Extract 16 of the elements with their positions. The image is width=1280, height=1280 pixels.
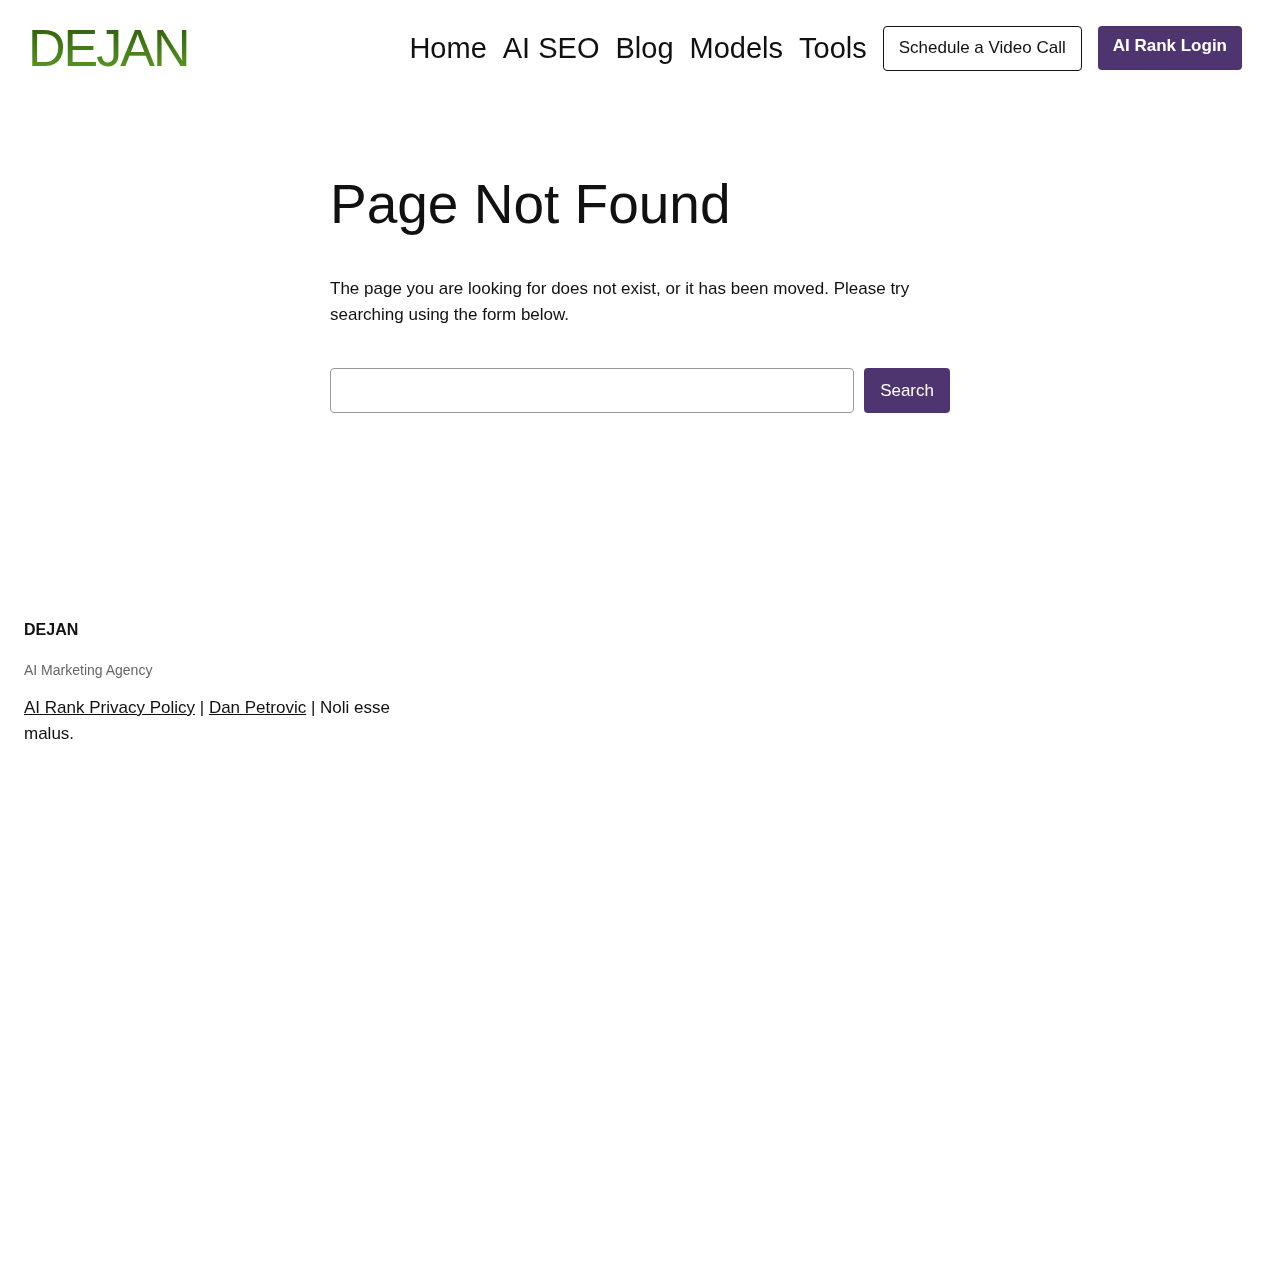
footer-link[interactable]: AI Rank Privacy Policy bbox=[24, 698, 195, 717]
page-title: Page Not Found bbox=[330, 172, 732, 236]
search-button[interactable]: Search bbox=[864, 368, 950, 413]
error-message: The page you are looking for does not exist, or it has been moved. Please try searching using the form below. bbox=[330, 278, 911, 326]
search-field[interactable] bbox=[330, 368, 855, 413]
nav-link[interactable]: Tools bbox=[799, 28, 867, 68]
nav-link[interactable]: Home bbox=[409, 28, 487, 68]
header-button[interactable]: Schedule a Video Call bbox=[882, 25, 1082, 71]
nav-link[interactable]: AI SEO bbox=[502, 28, 600, 68]
footer-brand[interactable]: DEJAN bbox=[24, 618, 420, 642]
footer-link[interactable]: Dan Petrovic bbox=[208, 698, 307, 717]
nav-link[interactable]: Models bbox=[689, 28, 784, 68]
footer-tagline: AI Marketing Agency bbox=[24, 661, 154, 680]
header-button[interactable]: AI Rank Login bbox=[1097, 26, 1242, 70]
nav-link[interactable]: Blog bbox=[615, 28, 674, 68]
footer-text: AI Rank Privacy Policy | Dan Petrovic | Noli esse malus. bbox=[24, 697, 391, 745]
